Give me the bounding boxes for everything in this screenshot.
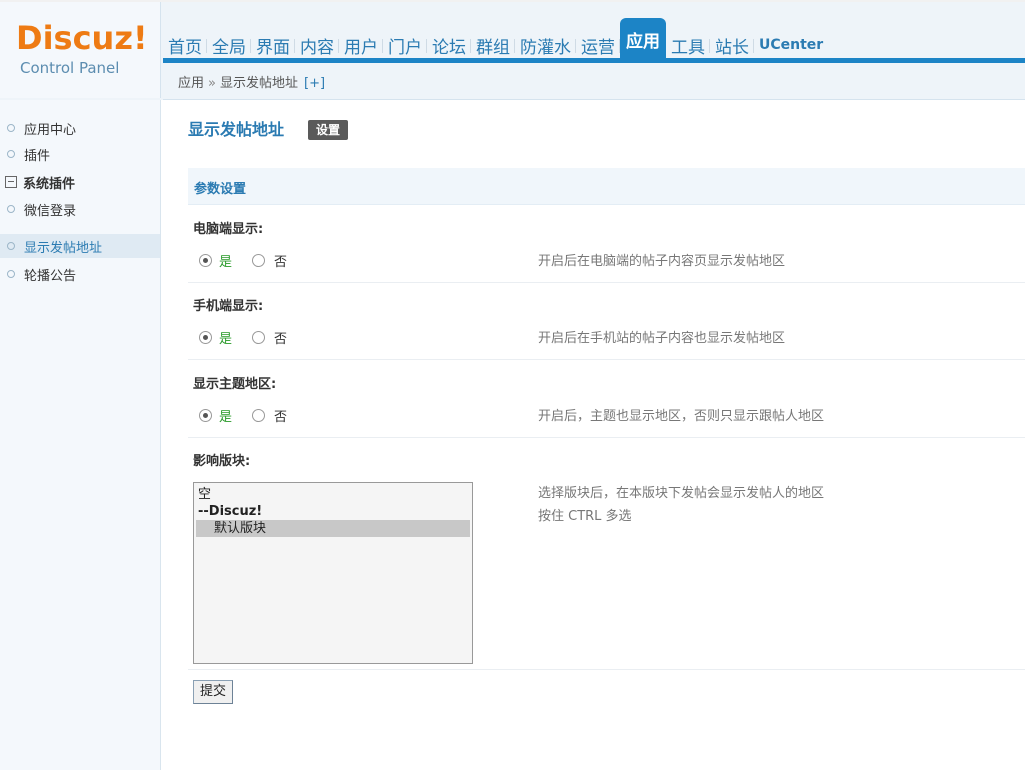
logo-box: Discuz! Control Panel	[0, 2, 161, 98]
add-shortcut-link[interactable]: [+]	[304, 76, 325, 91]
sidebar-group-label: 系统插件	[23, 176, 76, 192]
nav-content[interactable]: 内容	[295, 30, 339, 60]
sidebar-item-carousel-notice[interactable]: 轮播公告	[0, 262, 160, 286]
nav-tools[interactable]: 工具	[666, 30, 710, 60]
hint-mobile-display: 开启后在手机站的帖子内容也显示发帖地区	[538, 331, 786, 346]
nav-global[interactable]: 全局	[207, 30, 251, 60]
bullet-icon	[7, 205, 15, 213]
nav-style[interactable]: 界面	[251, 30, 295, 60]
nav-ucenter[interactable]: UCenter	[754, 30, 828, 60]
radio-group-mobile-display: 是 否	[199, 328, 287, 347]
nav-app[interactable]: 应用	[620, 18, 666, 60]
radio-label-no[interactable]: 否	[274, 328, 287, 347]
radio-no[interactable]	[252, 409, 266, 422]
bullet-icon	[7, 124, 15, 132]
top-nav: 首页 全局 界面 内容 用户 门户 论坛 群组 防灌水 运营 应用 工具 站长 …	[163, 16, 828, 60]
nav-antispam[interactable]: 防灌水	[515, 30, 576, 60]
breadcrumb-current: 显示发帖地址	[219, 76, 298, 91]
logo-bang: !	[132, 19, 148, 57]
breadcrumb-separator: »	[208, 76, 216, 91]
nav-founder[interactable]: 站长	[710, 30, 754, 60]
control-panel-subtitle: Control Panel	[20, 59, 120, 77]
radio-label-yes[interactable]: 是	[219, 328, 232, 347]
bullet-icon	[7, 150, 15, 158]
sidebar: 应用中心 插件 系统插件 微信登录 显示发帖地址 轮播公告	[0, 100, 161, 770]
forum-option-default[interactable]: 默认版块	[196, 520, 470, 537]
collapse-icon[interactable]	[5, 176, 17, 188]
settings-button[interactable]: 设置	[308, 120, 349, 140]
sidebar-item-plugins[interactable]: 插件	[0, 142, 160, 166]
row-divider	[188, 669, 1025, 670]
logo[interactable]: Discuz!	[16, 20, 148, 56]
field-label-pc-display: 电脑端显示:	[193, 222, 264, 237]
nav-forum[interactable]: 论坛	[427, 30, 471, 60]
section-header: 参数设置	[188, 168, 1025, 205]
sidebar-item-wechat-login[interactable]: 微信登录	[0, 197, 160, 221]
row-divider	[188, 282, 1025, 283]
row-divider	[188, 437, 1025, 438]
nav-portal[interactable]: 门户	[383, 30, 427, 60]
sidebar-item-label: 轮播公告	[24, 268, 77, 284]
radio-yes[interactable]	[199, 409, 212, 422]
nav-user[interactable]: 用户	[339, 30, 383, 60]
radio-no[interactable]	[252, 331, 266, 344]
header: Discuz! Control Panel 首页 全局 界面 内容 用户 门户 …	[0, 0, 1025, 100]
hint-forums: 选择版块后，在本版块下发帖会显示发帖人的地区	[538, 486, 825, 501]
bullet-icon	[7, 270, 15, 278]
section-title: 参数设置	[194, 182, 247, 197]
breadcrumb: 应用 » 显示发帖地址 [+]	[178, 74, 325, 94]
field-label-mobile-display: 手机端显示:	[193, 299, 264, 314]
forum-option-empty[interactable]: 空	[194, 486, 472, 503]
breadcrumb-root[interactable]: 应用	[178, 76, 204, 91]
logo-text: Discuz	[16, 19, 133, 57]
field-label-forums: 影响版块:	[193, 454, 251, 469]
radio-yes[interactable]	[199, 254, 212, 267]
submit-button[interactable]: 提交	[193, 680, 234, 704]
field-label-thread-location: 显示主题地区:	[193, 377, 277, 392]
radio-label-no[interactable]: 否	[274, 406, 287, 425]
radio-label-yes[interactable]: 是	[219, 406, 232, 425]
radio-group-thread-location: 是 否	[199, 406, 287, 425]
radio-yes[interactable]	[199, 331, 212, 344]
nav-group[interactable]: 群组	[471, 30, 515, 60]
sidebar-group-system-plugins[interactable]: 系统插件	[0, 170, 160, 194]
bullet-icon	[7, 242, 15, 250]
forum-option-group: --Discuz!	[198, 504, 263, 519]
radio-label-no[interactable]: 否	[274, 251, 287, 270]
hint-pc-display: 开启后在电脑端的帖子内容页显示发帖地区	[538, 254, 786, 269]
sidebar-item-label: 显示发帖地址	[24, 240, 103, 256]
row-divider	[188, 359, 1025, 360]
sidebar-item-label: 应用中心	[24, 122, 77, 138]
radio-no[interactable]	[252, 254, 266, 267]
radio-group-pc-display: 是 否	[199, 251, 287, 270]
sidebar-item-label: 插件	[24, 148, 51, 164]
sidebar-item-show-post-location[interactable]: 显示发帖地址	[0, 234, 160, 258]
page-title: 显示发帖地址	[188, 120, 285, 139]
sidebar-item-label: 微信登录	[24, 203, 77, 219]
hint-forums-ctrl: 按住 CTRL 多选	[538, 509, 632, 524]
nav-bar	[163, 58, 1025, 63]
hint-thread-location: 开启后，主题也显示地区，否则只显示跟帖人地区	[538, 409, 825, 424]
nav-operation[interactable]: 运营	[576, 30, 620, 60]
forum-multiselect[interactable]: 空 --Discuz! 默认版块	[193, 482, 473, 664]
radio-label-yes[interactable]: 是	[219, 251, 232, 270]
sidebar-item-app-center[interactable]: 应用中心	[0, 116, 160, 140]
nav-home[interactable]: 首页	[163, 30, 207, 60]
main-content: 显示发帖地址 设置 参数设置 电脑端显示: 是 否 开启后在电脑端的帖子内容页显…	[163, 100, 1025, 770]
